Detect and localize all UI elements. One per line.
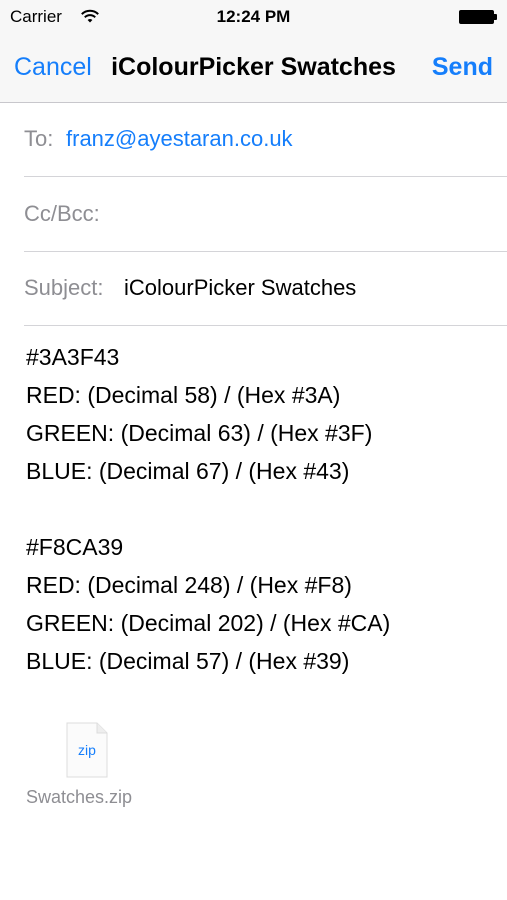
body-line: RED: (Decimal 58) / (Hex #3A) xyxy=(26,382,341,408)
message-body[interactable]: #3A3F43 RED: (Decimal 58) / (Hex #3A) GR… xyxy=(26,338,496,680)
subject-value[interactable]: iColourPicker Swatches xyxy=(124,275,356,301)
to-label: To: xyxy=(24,126,54,151)
body-line: #F8CA39 xyxy=(26,534,124,560)
body-line: RED: (Decimal 248) / (Hex #F8) xyxy=(26,572,352,598)
body-blank-line xyxy=(26,490,496,528)
subject-field[interactable]: Subject: iColourPicker Swatches xyxy=(24,251,507,326)
body-line: BLUE: (Decimal 67) / (Hex #43) xyxy=(26,458,350,484)
cc-bcc-field[interactable]: Cc/Bcc: xyxy=(24,177,507,252)
body-line: #3A3F43 xyxy=(26,344,120,370)
body-line: GREEN: (Decimal 63) / (Hex #3F) xyxy=(26,420,373,446)
to-field[interactable]: To: franz@ayestaran.co.uk xyxy=(24,102,507,177)
send-button[interactable]: Send xyxy=(432,53,493,82)
clock: 12:24 PM xyxy=(216,7,291,26)
zip-icon-label: zip xyxy=(78,742,96,758)
attachment-filename: Swatches.zip xyxy=(26,787,133,807)
zip-file-icon[interactable]: zip xyxy=(66,722,108,778)
cc-bcc-label: Cc/Bcc: xyxy=(24,201,100,226)
status-bar: Carrier 12:24 PM xyxy=(0,0,507,34)
body-line: GREEN: (Decimal 202) / (Hex #CA) xyxy=(26,610,391,636)
body-line: BLUE: (Decimal 57) / (Hex #39) xyxy=(26,648,350,674)
subject-label: Subject: xyxy=(24,275,104,300)
to-recipient[interactable]: franz@ayestaran.co.uk xyxy=(66,126,293,152)
battery-icon xyxy=(459,10,497,24)
navigation-bar: Cancel iColourPicker Swatches Send xyxy=(0,34,507,103)
